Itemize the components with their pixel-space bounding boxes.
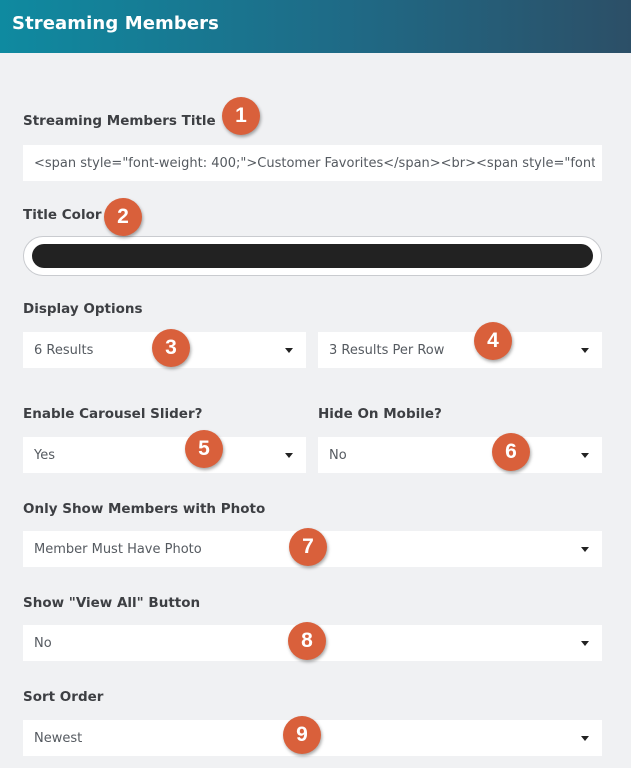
view-all-label: Show "View All" Button xyxy=(23,595,201,611)
carousel-select[interactable]: Yes xyxy=(23,437,306,473)
results-per-row-select[interactable]: 3 Results Per Row xyxy=(318,332,602,368)
annotation-badge: 5 xyxy=(185,430,223,468)
photo-label: Only Show Members with Photo xyxy=(23,501,266,517)
carousel-value: Yes xyxy=(34,448,55,463)
chevron-down-icon xyxy=(581,641,589,646)
carousel-label: Enable Carousel Slider? xyxy=(23,406,203,422)
annotation-badge: 2 xyxy=(104,198,142,236)
title-input-value: <span style="font-weight: 400;">Customer… xyxy=(34,156,595,171)
chevron-down-icon xyxy=(581,453,589,458)
hide-mobile-label: Hide On Mobile? xyxy=(318,406,442,422)
chevron-down-icon xyxy=(285,453,293,458)
annotation-badge: 6 xyxy=(492,433,530,471)
annotation-badge: 1 xyxy=(222,97,260,135)
title-label: Streaming Members Title xyxy=(23,113,216,129)
chevron-down-icon xyxy=(581,348,589,353)
panel-header: Streaming Members xyxy=(0,0,631,53)
results-per-row-value: 3 Results Per Row xyxy=(329,343,445,358)
hide-mobile-select[interactable]: No xyxy=(318,437,602,473)
annotation-badge: 3 xyxy=(152,329,190,367)
annotation-badge: 4 xyxy=(474,322,512,360)
sort-value: Newest xyxy=(34,731,83,746)
photo-value: Member Must Have Photo xyxy=(34,542,202,557)
chevron-down-icon xyxy=(581,736,589,741)
chevron-down-icon xyxy=(285,348,293,353)
chevron-down-icon xyxy=(581,547,589,552)
display-options-label: Display Options xyxy=(23,301,143,317)
view-all-value: No xyxy=(34,636,52,651)
sort-label: Sort Order xyxy=(23,689,104,705)
annotation-badge: 9 xyxy=(283,716,321,754)
color-swatch[interactable] xyxy=(32,244,593,268)
panel-title: Streaming Members xyxy=(12,13,219,34)
hide-mobile-value: No xyxy=(329,448,347,463)
annotation-badge: 7 xyxy=(289,528,327,566)
title-color-label: Title Color xyxy=(23,207,102,223)
title-input[interactable]: <span style="font-weight: 400;">Customer… xyxy=(23,145,602,181)
results-count-value: 6 Results xyxy=(34,343,94,358)
title-color-picker[interactable] xyxy=(23,236,602,276)
annotation-badge: 8 xyxy=(288,622,326,660)
